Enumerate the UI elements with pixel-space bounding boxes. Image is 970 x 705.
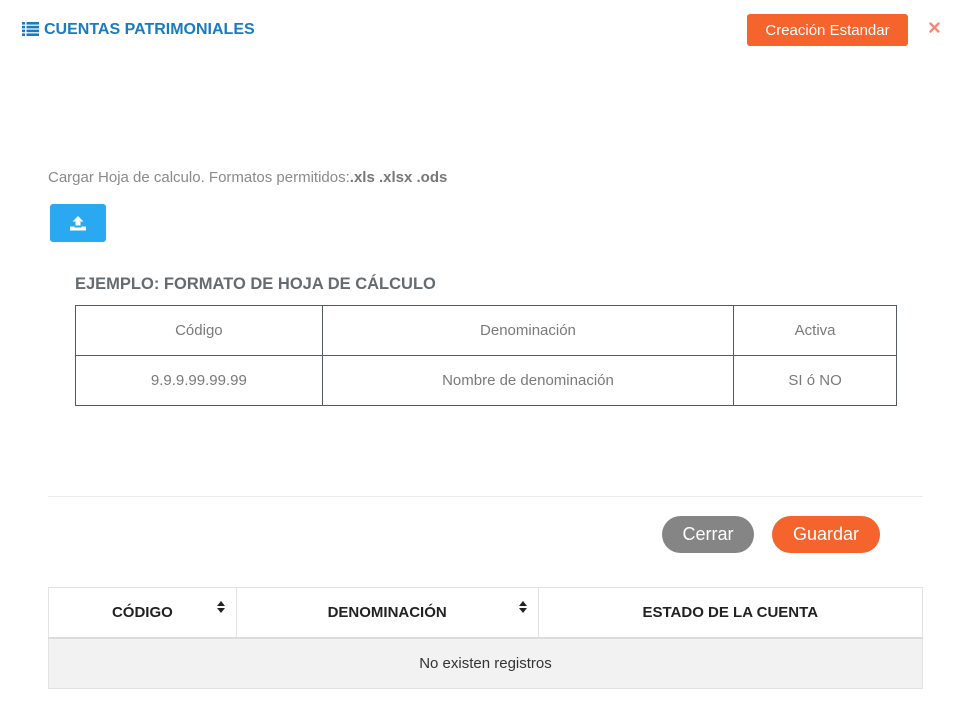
modal-title-text: CUENTAS PATRIMONIALES: [44, 21, 255, 38]
example-cell-activa: SI ó NO: [733, 355, 897, 406]
column-header-codigo[interactable]: CÓDIGO: [48, 587, 237, 639]
cerrar-button[interactable]: Cerrar: [662, 516, 754, 553]
sort-icon: [518, 601, 527, 613]
example-header-denominacion: Denominación: [321, 305, 735, 356]
records-header-row: CÓDIGO DENOMINACIÓN ESTADO DE LA CUENTA: [48, 587, 923, 639]
upload-instructions-text: Cargar Hoja de calculo. Formatos permiti…: [48, 169, 350, 186]
list-icon: [22, 22, 39, 36]
column-header-estado-label: ESTADO DE LA CUENTA: [642, 604, 819, 621]
example-header-codigo: Código: [75, 305, 323, 356]
close-icon[interactable]: ×: [928, 16, 941, 40]
example-format-table: Código Denominación Activa 9.9.9.99.99.9…: [75, 305, 897, 406]
sort-icon: [216, 601, 225, 613]
guardar-button[interactable]: Guardar: [772, 516, 880, 553]
example-cell-codigo: 9.9.9.99.99.99: [75, 355, 323, 406]
allowed-formats: .xls .xlsx .ods: [349, 169, 448, 186]
column-header-denominacion-label: DENOMINACIÓN: [327, 604, 447, 621]
example-data-row: 9.9.9.99.99.99 Nombre de denominación SI…: [75, 355, 897, 406]
column-header-codigo-label: CÓDIGO: [111, 604, 173, 621]
upload-button[interactable]: [50, 204, 106, 242]
divider: [48, 496, 923, 497]
example-header-activa: Activa: [733, 305, 897, 356]
column-header-estado: ESTADO DE LA CUENTA: [537, 587, 923, 639]
modal-title: CUENTAS PATRIMONIALES: [22, 21, 255, 39]
empty-message: No existen registros: [48, 637, 923, 689]
example-title: EJEMPLO: FORMATO DE HOJA DE CÁLCULO: [75, 275, 436, 293]
records-table: CÓDIGO DENOMINACIÓN ESTADO DE LA CUENTA …: [48, 587, 923, 689]
empty-row: No existen registros: [48, 637, 923, 689]
upload-instructions: Cargar Hoja de calculo. Formatos permiti…: [48, 169, 447, 186]
example-cell-denominacion: Nombre de denominación: [321, 355, 735, 406]
upload-icon: [70, 216, 86, 231]
modal: CUENTAS PATRIMONIALES Creación Estandar …: [0, 0, 970, 705]
example-header-row: Código Denominación Activa: [75, 305, 897, 356]
column-header-denominacion[interactable]: DENOMINACIÓN: [235, 587, 539, 639]
creacion-estandar-button[interactable]: Creación Estandar: [747, 14, 908, 46]
